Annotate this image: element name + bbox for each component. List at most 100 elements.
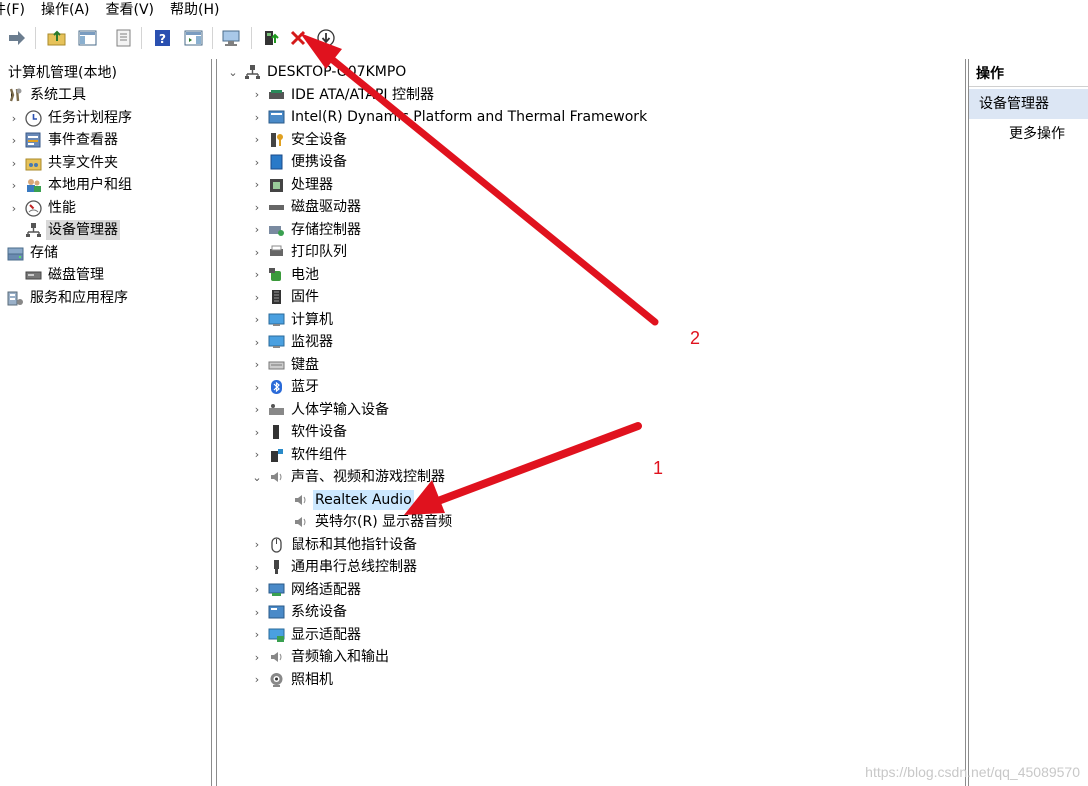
tree-item-device-manager[interactable]: 设备管理器	[24, 219, 120, 241]
device-category[interactable]: › 音频输入和输出	[251, 646, 391, 668]
device-category[interactable]: › 蓝牙	[251, 376, 321, 398]
scan-hardware-icon[interactable]	[221, 26, 243, 50]
up-folder-icon[interactable]	[46, 26, 68, 50]
tree-item-label: 计算机管理(本地)	[8, 65, 117, 81]
chevron-right-icon[interactable]: ›	[251, 561, 263, 574]
device-category[interactable]: › 便携设备	[251, 151, 349, 173]
tree-item-label: 存储控制器	[291, 221, 361, 238]
tree-item-local-users[interactable]: › 本地用户和组	[8, 174, 134, 196]
download-circle-icon[interactable]	[315, 26, 337, 50]
tree-item-label: 计算机	[291, 311, 333, 328]
device-category[interactable]: › 安全设备	[251, 129, 349, 151]
device-category[interactable]: › 处理器	[251, 174, 335, 196]
device-category[interactable]: › Intel(R) Dynamic Platform and Thermal F…	[251, 106, 649, 128]
more-actions-link[interactable]: 更多操作	[1009, 123, 1065, 145]
tree-item-label: 音频输入和输出	[291, 649, 389, 665]
chevron-right-icon[interactable]: ›	[251, 268, 263, 281]
chevron-right-icon[interactable]: ›	[251, 156, 263, 169]
chevron-right-icon[interactable]: ›	[251, 606, 263, 619]
device-category[interactable]: › 通用串行总线控制器	[251, 556, 419, 578]
chevron-right-icon[interactable]: ›	[251, 223, 263, 236]
chevron-right-icon[interactable]: ›	[8, 134, 20, 147]
device-item[interactable]: Realtek Audio	[291, 489, 414, 511]
speaker-icon	[267, 648, 285, 666]
speaker-icon	[291, 513, 309, 531]
device-category[interactable]: › 显示适配器	[251, 624, 363, 646]
chevron-down-icon[interactable]: ⌄	[251, 471, 263, 484]
device-category[interactable]: › 软件设备	[251, 421, 349, 443]
device-item[interactable]: 英特尔(R) 显示器音频	[291, 511, 454, 533]
device-category[interactable]: › 电池	[251, 264, 321, 286]
chevron-right-icon[interactable]: ›	[251, 178, 263, 191]
clock-icon	[24, 109, 42, 127]
chevron-right-icon[interactable]: ›	[251, 628, 263, 641]
menu-action[interactable]: 操作(A)	[35, 0, 96, 20]
chevron-down-icon[interactable]: ⌄	[227, 66, 239, 79]
tree-item-label: 性能	[48, 200, 76, 216]
chevron-right-icon[interactable]: ›	[251, 583, 263, 596]
chevron-right-icon[interactable]: ›	[251, 111, 263, 124]
properties-icon[interactable]	[113, 26, 135, 50]
chevron-right-icon[interactable]: ›	[8, 112, 20, 125]
chevron-right-icon[interactable]: ›	[251, 88, 263, 101]
chevron-right-icon[interactable]: ›	[251, 538, 263, 551]
chevron-right-icon[interactable]: ›	[251, 448, 263, 461]
tree-item-shared-folders[interactable]: › 共享文件夹	[8, 152, 120, 174]
device-category[interactable]: › 打印队列	[251, 241, 349, 263]
chevron-right-icon[interactable]: ›	[8, 179, 20, 192]
tree-item-label: 键盘	[291, 356, 319, 373]
chevron-right-icon[interactable]: ›	[251, 403, 263, 416]
device-category[interactable]: › 磁盘驱动器	[251, 196, 363, 218]
device-category[interactable]: ⌄ 声音、视频和游戏控制器	[251, 466, 447, 488]
tree-item-disk-management[interactable]: 磁盘管理	[24, 264, 106, 286]
show-action-pane-icon[interactable]	[183, 26, 205, 50]
chevron-right-icon[interactable]: ›	[251, 358, 263, 371]
chevron-right-icon[interactable]: ›	[251, 426, 263, 439]
menu-help[interactable]: 帮助(H)	[164, 0, 225, 20]
device-category[interactable]: › 网络适配器	[251, 579, 363, 601]
chevron-right-icon[interactable]: ›	[8, 202, 20, 215]
tree-item-label: 系统设备	[291, 604, 347, 620]
tree-item-computer-management[interactable]: 计算机管理(本地)	[6, 62, 119, 84]
device-category[interactable]: › IDE ATA/ATAPI 控制器	[251, 84, 436, 106]
device-category-icon	[267, 288, 285, 306]
chevron-right-icon[interactable]: ›	[251, 246, 263, 259]
tree-item-storage[interactable]: 存储	[6, 242, 60, 264]
device-category[interactable]: › 照相机	[251, 669, 335, 691]
help-icon[interactable]: ?	[152, 26, 174, 50]
chevron-right-icon[interactable]: ›	[251, 673, 263, 686]
device-category[interactable]: › 存储控制器	[251, 219, 363, 241]
chevron-right-icon[interactable]: ›	[251, 201, 263, 214]
tree-item-event-viewer[interactable]: › 事件查看器	[8, 129, 120, 151]
device-category[interactable]: › 固件	[251, 286, 321, 308]
tree-item-task-scheduler[interactable]: › 任务计划程序	[8, 107, 134, 129]
tree-item-label: 人体学输入设备	[291, 401, 389, 418]
show-hide-tree-icon[interactable]	[77, 26, 99, 50]
menu-view[interactable]: 查看(V)	[100, 0, 161, 20]
device-category[interactable]: › 键盘	[251, 354, 321, 376]
chevron-right-icon[interactable]: ›	[251, 313, 263, 326]
chevron-right-icon[interactable]: ›	[8, 157, 20, 170]
device-category[interactable]: › 监视器	[251, 331, 335, 353]
tree-item-label: 存储	[30, 245, 58, 261]
chevron-right-icon[interactable]: ›	[251, 291, 263, 304]
tree-item-label: 软件设备	[291, 424, 347, 440]
forward-arrow-icon[interactable]	[6, 26, 28, 50]
device-category[interactable]: › 人体学输入设备	[251, 399, 391, 421]
menu-file[interactable]: 件(F)	[0, 0, 31, 20]
device-category[interactable]: › 系统设备	[251, 601, 349, 623]
device-category[interactable]: › 计算机	[251, 309, 335, 331]
tree-item-system-tools[interactable]: 系统工具	[6, 84, 88, 106]
device-tree-root[interactable]: ⌄ DESKTOP-O07KMPO	[227, 61, 408, 83]
tree-item-services-apps[interactable]: 服务和应用程序	[6, 287, 130, 309]
chevron-right-icon[interactable]: ›	[251, 133, 263, 146]
chevron-right-icon[interactable]: ›	[251, 381, 263, 394]
device-category[interactable]: › 鼠标和其他指针设备	[251, 534, 419, 556]
update-driver-icon[interactable]	[260, 26, 282, 50]
uninstall-device-icon[interactable]	[287, 26, 309, 50]
chevron-right-icon[interactable]: ›	[251, 651, 263, 664]
tree-item-performance[interactable]: › 性能	[8, 197, 78, 219]
actions-section-device-manager[interactable]: 设备管理器	[969, 89, 1088, 119]
device-category[interactable]: › 软件组件	[251, 444, 349, 466]
chevron-right-icon[interactable]: ›	[251, 336, 263, 349]
